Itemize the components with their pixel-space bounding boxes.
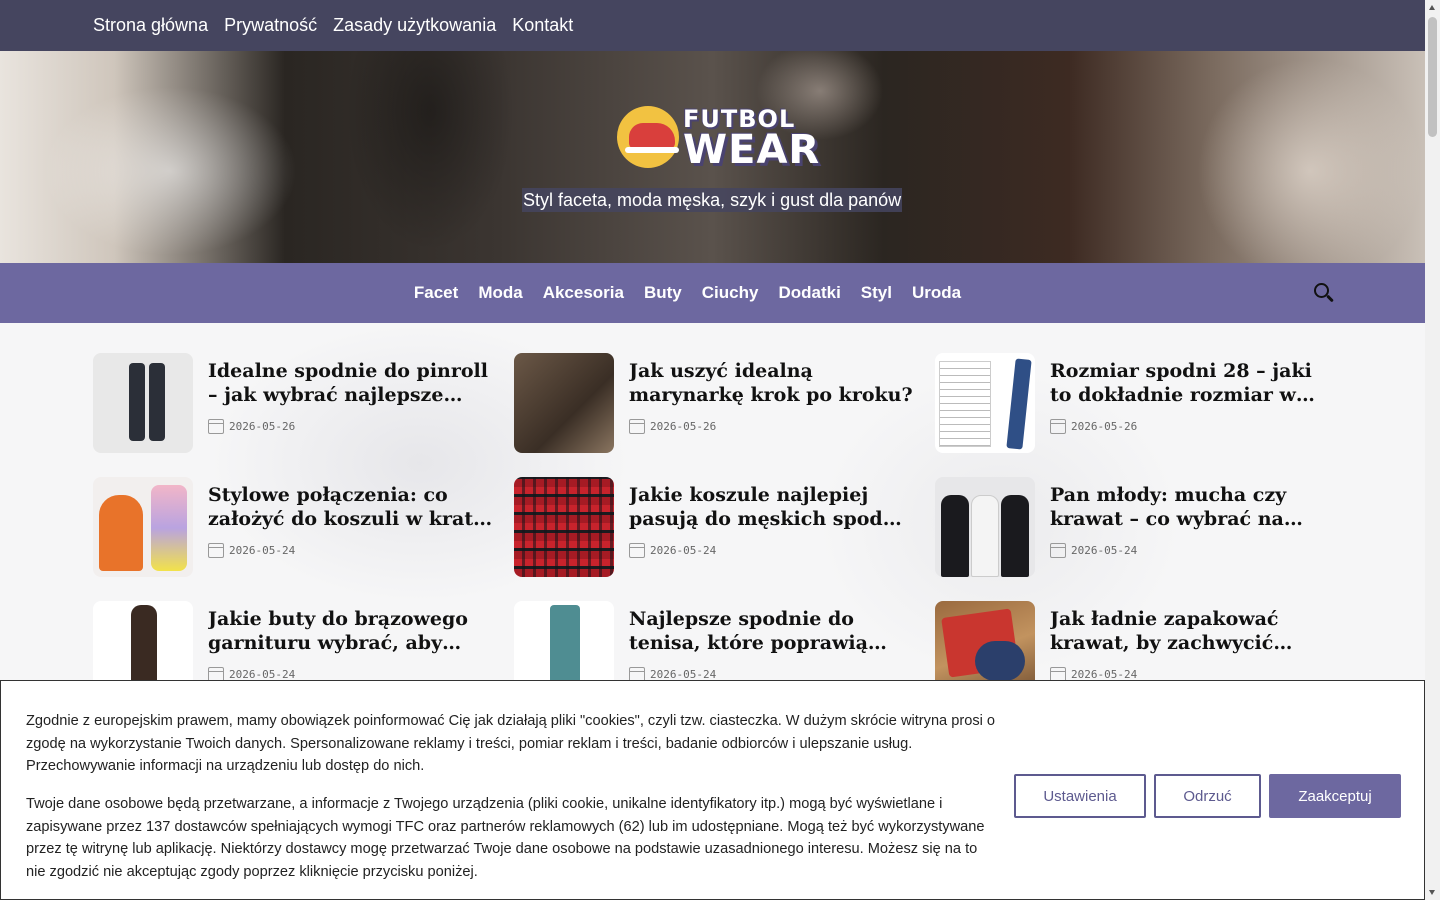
hero-banner: FUTBOL WEAR Styl faceta, moda męska, szy… <box>0 51 1425 263</box>
category-link-ciuchy[interactable]: Ciuchy <box>702 283 759 303</box>
search-icon-handle <box>1326 294 1334 303</box>
post-card[interactable]: Idealne spodnie do pinroll – jak wybrać … <box>93 353 493 453</box>
calendar-icon <box>1050 542 1066 558</box>
post-date: 2026-05-24 <box>229 667 296 681</box>
post-card[interactable]: Jak uszyć idealną marynarkę krok po krok… <box>514 353 914 453</box>
calendar-icon <box>1050 418 1066 434</box>
scroll-down-arrow-icon[interactable] <box>1429 890 1435 895</box>
page-scrollbar[interactable] <box>1425 0 1440 900</box>
category-link-styl[interactable]: Styl <box>861 283 892 303</box>
post-thumbnail[interactable] <box>935 353 1035 453</box>
post-card[interactable]: Pan młody: mucha czy krawat – co wybrać … <box>935 477 1335 577</box>
post-title[interactable]: Najlepsze spodnie do tenisa, które popra… <box>629 607 914 655</box>
category-link-facet[interactable]: Facet <box>414 283 458 303</box>
top-nav-link-terms[interactable]: Zasady użytkowania <box>333 15 496 36</box>
post-meta: 2026-05-26 <box>1050 417 1137 435</box>
post-thumbnail[interactable] <box>514 477 614 577</box>
thumb-outfit <box>151 485 187 571</box>
post-title[interactable]: Jak ładnie zapakować krawat, by zachwyci… <box>1050 607 1335 655</box>
scroll-up-arrow-icon[interactable] <box>1429 5 1435 10</box>
post-meta: 2026-05-24 <box>208 541 295 559</box>
category-link-buty[interactable]: Buty <box>644 283 682 303</box>
category-link-akcesoria[interactable]: Akcesoria <box>543 283 624 303</box>
cookie-reject-button[interactable]: Odrzuć <box>1154 774 1261 818</box>
post-thumbnail[interactable] <box>93 477 193 577</box>
post-title[interactable]: Pan młody: mucha czy krawat – co wybrać … <box>1050 483 1335 531</box>
cookie-consent-banner: Zgodnie z europejskim prawem, mamy obowi… <box>0 680 1425 900</box>
post-title[interactable]: Jak uszyć idealną marynarkę krok po krok… <box>629 359 914 407</box>
top-nav-links: Strona główna Prywatność Zasady użytkowa… <box>93 0 573 51</box>
thumb-leg <box>129 363 145 441</box>
post-card[interactable]: Rozmiar spodni 28 – jaki to dokładnie ro… <box>935 353 1335 453</box>
calendar-icon <box>629 418 645 434</box>
cookie-text-paragraph-2: Twoje dane osobowe będą przetwarzane, a … <box>26 796 985 880</box>
post-date: 2026-05-24 <box>650 543 717 557</box>
post-meta: 2026-05-24 <box>629 541 716 559</box>
search-icon[interactable] <box>1314 283 1334 303</box>
post-date: 2026-05-24 <box>229 543 296 557</box>
site-tagline: Styl faceta, moda męska, szyk i gust dla… <box>522 188 903 212</box>
category-link-moda[interactable]: Moda <box>478 283 522 303</box>
post-meta: 2026-05-26 <box>208 417 295 435</box>
category-nav-items: Facet Moda Akcesoria Buty Ciuchy Dodatki… <box>0 263 1425 323</box>
top-nav-link-contact[interactable]: Kontakt <box>512 15 573 36</box>
top-navigation-bar: Strona główna Prywatność Zasady użytkowa… <box>0 0 1425 51</box>
post-thumbnail[interactable] <box>935 477 1035 577</box>
cookie-settings-button[interactable]: Ustawienia <box>1014 774 1146 818</box>
scrollbar-thumb[interactable] <box>1428 17 1437 137</box>
post-card[interactable]: Jakie koszule najlepiej pasują do męskic… <box>514 477 914 577</box>
post-date: 2026-05-26 <box>229 419 296 433</box>
thumb-dress <box>99 495 143 571</box>
calendar-icon <box>208 418 224 434</box>
logo-shoe-icon <box>625 123 679 153</box>
post-thumbnail[interactable] <box>514 353 614 453</box>
category-navigation: Facet Moda Akcesoria Buty Ciuchy Dodatki… <box>0 263 1425 323</box>
top-nav-link-privacy[interactable]: Prywatność <box>224 15 317 36</box>
cookie-text-paragraph-1: Zgodnie z europejskim prawem, mamy obowi… <box>26 713 996 775</box>
category-link-dodatki[interactable]: Dodatki <box>778 283 840 303</box>
thumb-size-table <box>939 361 991 447</box>
post-thumbnail[interactable] <box>93 353 193 453</box>
post-meta: 2026-05-26 <box>629 417 716 435</box>
thumb-suit <box>971 495 999 577</box>
post-date: 2026-05-24 <box>1071 667 1138 681</box>
post-date: 2026-05-24 <box>650 667 717 681</box>
post-title[interactable]: Rozmiar spodni 28 – jaki to dokładnie ro… <box>1050 359 1335 407</box>
site-logo[interactable]: FUTBOL WEAR <box>617 101 821 173</box>
post-meta: 2026-05-24 <box>1050 541 1137 559</box>
thumb-suit <box>941 495 969 577</box>
post-title[interactable]: Jakie koszule najlepiej pasują do męskic… <box>629 483 914 531</box>
category-link-uroda[interactable]: Uroda <box>912 283 961 303</box>
post-date: 2026-05-24 <box>1071 543 1138 557</box>
post-title[interactable]: Stylowe połączenia: co założyć do koszul… <box>208 483 493 531</box>
calendar-icon <box>208 542 224 558</box>
calendar-icon <box>629 542 645 558</box>
post-card[interactable]: Stylowe połączenia: co założyć do koszul… <box>93 477 493 577</box>
thumb-suit <box>1001 495 1029 577</box>
cookie-accept-button[interactable]: Zaakceptuj <box>1269 774 1401 818</box>
post-date: 2026-05-26 <box>1071 419 1138 433</box>
post-title[interactable]: Jakie buty do brązowego garnituru wybrać… <box>208 607 493 655</box>
thumb-leg <box>149 363 165 441</box>
thumb-jeans <box>1006 358 1032 450</box>
top-nav-link-home[interactable]: Strona główna <box>93 15 208 36</box>
thumb-tie <box>975 641 1025 681</box>
logo-text-wear: WEAR <box>683 127 821 173</box>
post-date: 2026-05-26 <box>650 419 717 433</box>
post-title[interactable]: Idealne spodnie do pinroll – jak wybrać … <box>208 359 493 407</box>
